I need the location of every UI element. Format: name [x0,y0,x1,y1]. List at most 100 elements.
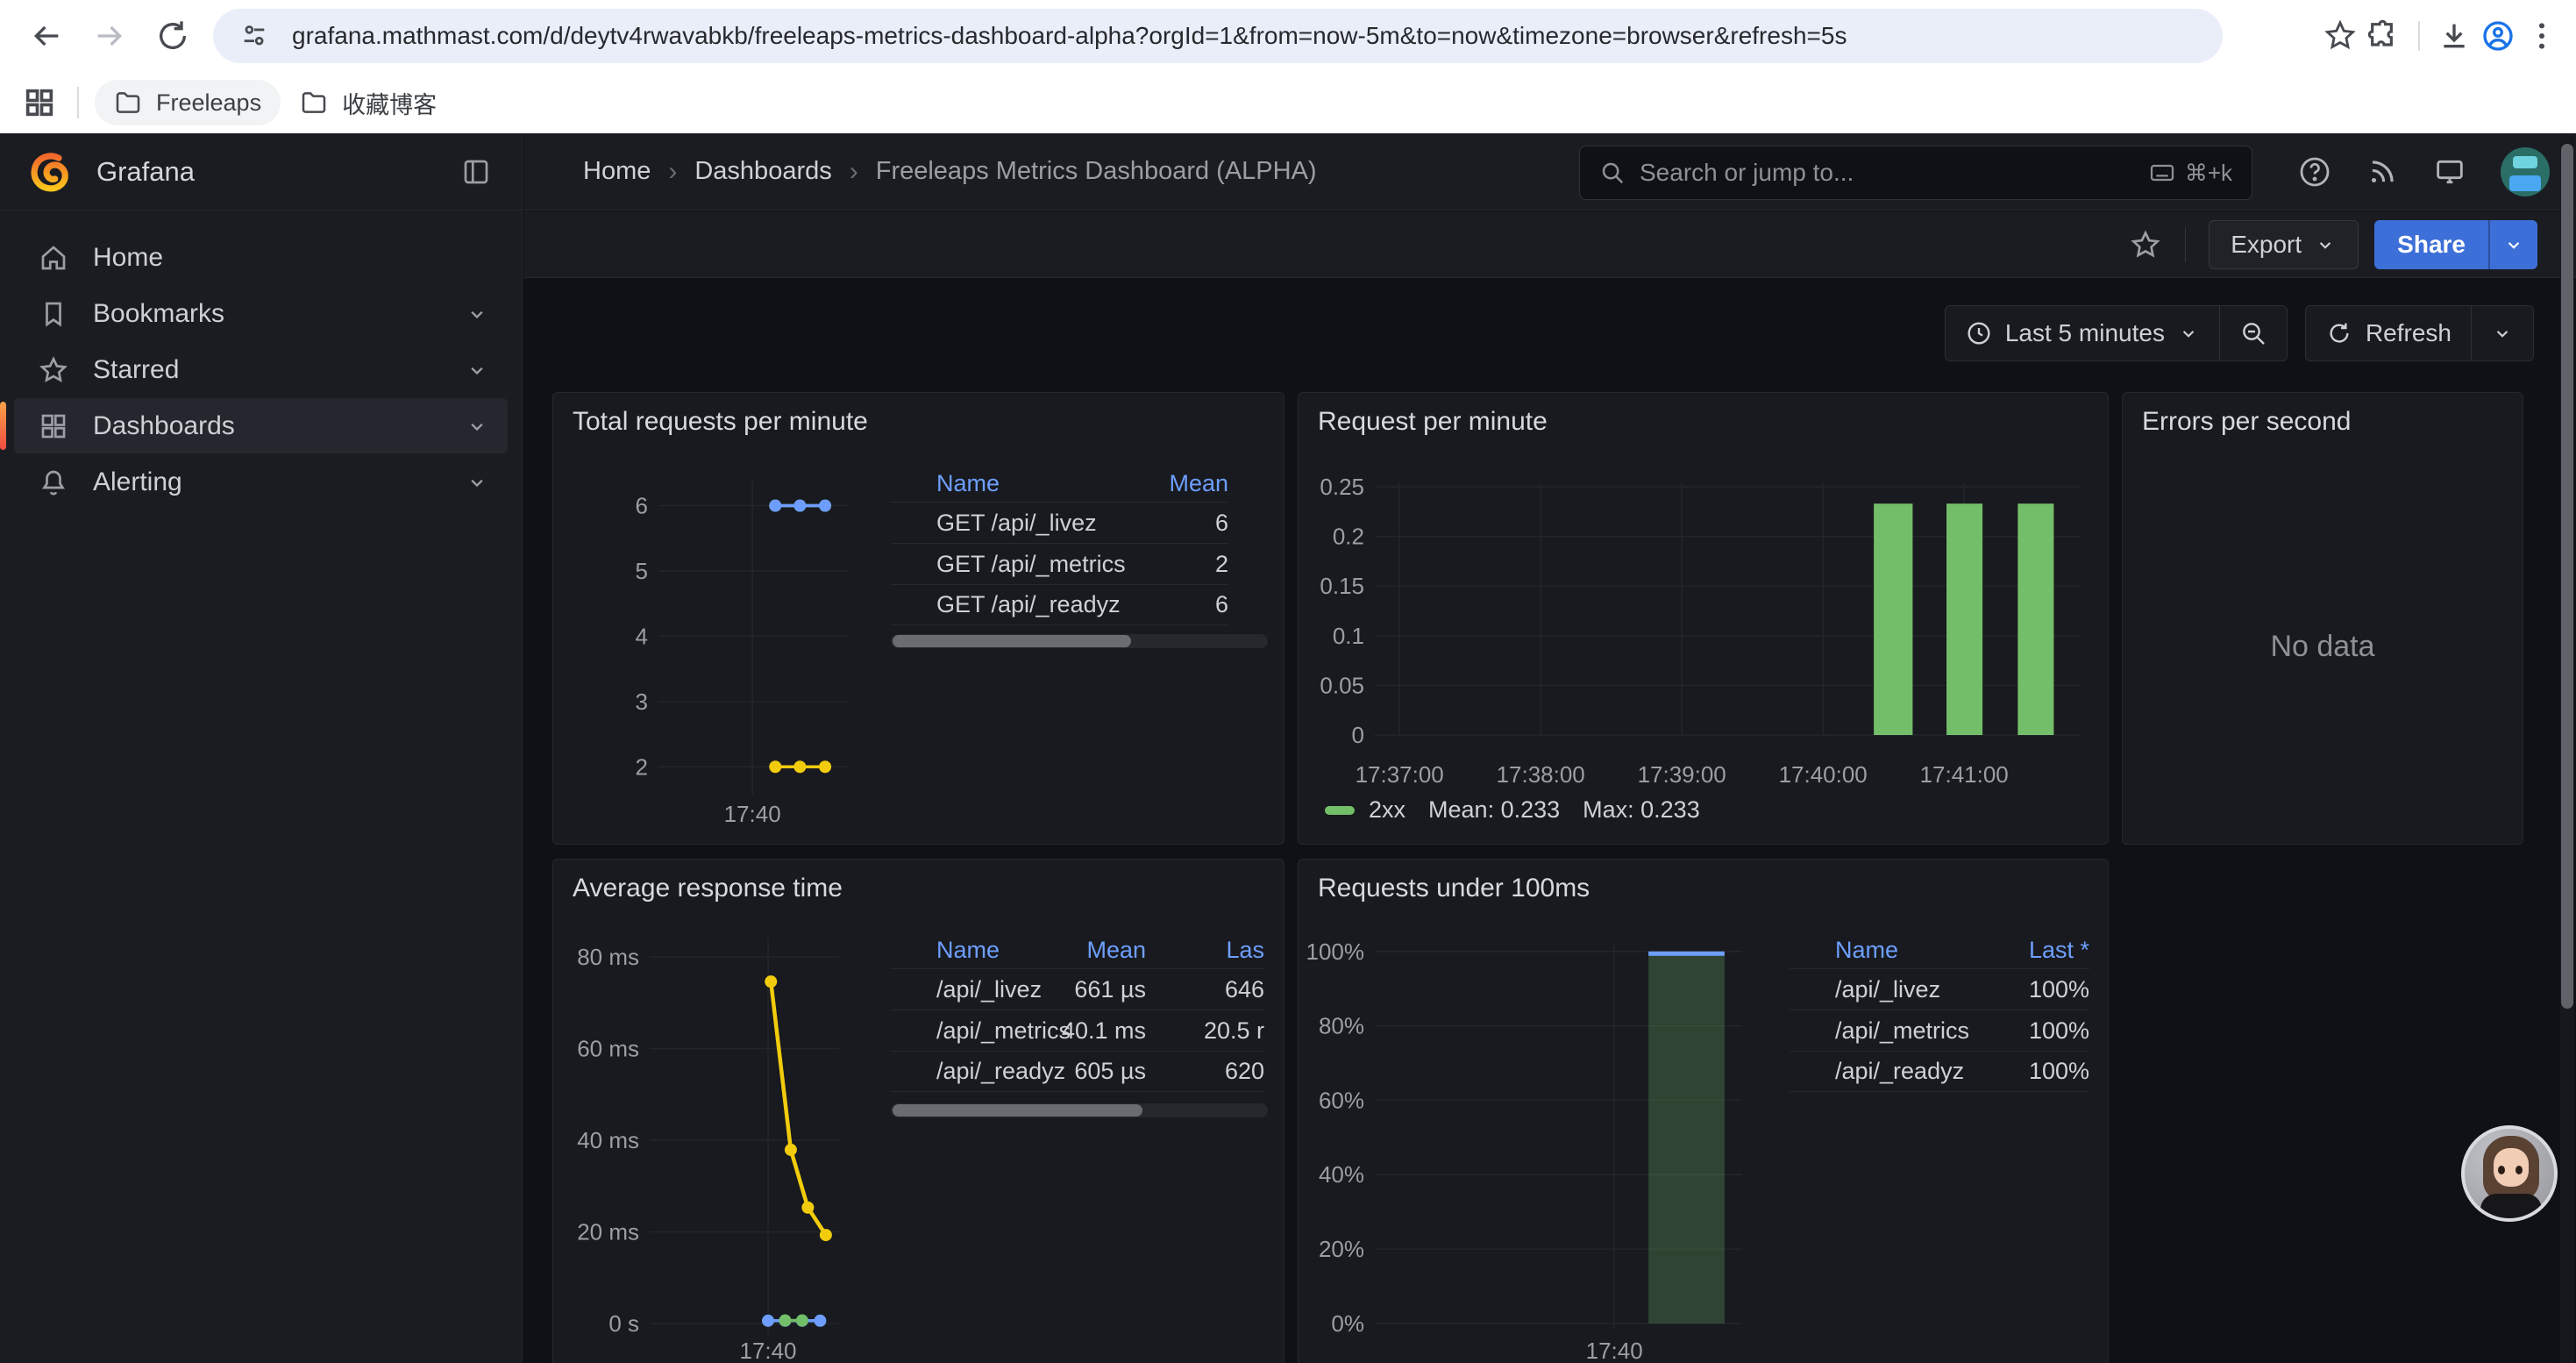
dock-sidebar-icon[interactable] [460,156,492,188]
share-button[interactable]: Share [2374,220,2488,269]
back-button[interactable] [25,14,68,58]
profile-icon[interactable] [2476,14,2520,58]
svg-text:60%: 60% [1319,1087,1364,1113]
panel-title[interactable]: Requests under 100ms [1318,874,1590,903]
legend-row[interactable]: GET /api/_livez 6 [891,502,1228,543]
help-icon[interactable] [2297,154,2332,189]
refresh-icon [2325,319,2353,347]
breadcrumb-chevron-icon: › [668,157,677,187]
svg-text:6: 6 [636,493,648,519]
time-controls: Last 5 minutes Refresh [1945,305,2534,361]
bookmark-folder-freeleaps[interactable]: Freeleaps [95,80,281,125]
chevron-down-icon [2502,233,2525,256]
search-shortcut: ⌘+k [2148,159,2232,187]
legend-scrollbar[interactable] [891,634,1268,648]
legend-row[interactable]: GET /api/_metrics 2 [891,543,1228,584]
chevron-down-icon[interactable] [446,358,508,382]
bookmark-label: 收藏博客 [342,86,437,120]
browser-menu-icon[interactable] [2520,14,2564,58]
time-range-label: Last 5 minutes [2005,319,2165,347]
svg-text:3: 3 [636,689,648,715]
zoom-out-button[interactable] [2220,306,2287,360]
extensions-icon[interactable] [2362,14,2406,58]
legend-row[interactable]: /api/_readyz 605 µs 620 [891,1051,1264,1092]
breadcrumb-dashboards[interactable]: Dashboards [694,157,831,186]
news-rss-icon[interactable] [2366,155,2399,189]
bookmark-folder-blogs[interactable]: 收藏博客 [281,80,456,125]
legend-scrollbar[interactable] [891,1103,1268,1117]
refresh-interval-dropdown[interactable] [2472,306,2533,360]
column-mean[interactable]: Mean [1058,937,1146,964]
breadcrumb-home[interactable]: Home [583,157,651,186]
chevron-down-icon[interactable] [446,470,508,495]
chevron-down-icon [2177,322,2200,345]
user-avatar[interactable] [2501,147,2550,196]
chevron-down-icon[interactable] [446,302,508,326]
share-button-group: Share [2374,220,2537,269]
average-response-time-chart[interactable]: 17:4080 ms60 ms40 ms20 ms0 s [562,934,860,1363]
legend-row[interactable]: /api/_metrics 100% [1790,1010,2089,1051]
home-icon [14,242,93,274]
folder-icon [114,89,142,117]
time-range-picker[interactable]: Last 5 minutes [1946,306,2219,360]
search-placeholder: Search or jump to... [1640,159,2148,187]
chevron-down-icon[interactable] [446,414,508,439]
legend-item-2xx[interactable]: 2xx [1325,796,1405,824]
monitor-icon[interactable] [2432,154,2467,189]
column-mean[interactable]: Mean [1141,470,1228,497]
panel-requests-under-100ms: Requests under 100ms 17:40100%80%60%40%2… [1298,859,2109,1363]
svg-text:17:38:00: 17:38:00 [1497,761,1585,788]
url-text[interactable]: grafana.mathmast.com/d/deytv4rwavabkb/fr… [292,22,1847,50]
scrollbar-thumb[interactable] [2561,144,2573,1009]
reload-button[interactable] [151,14,195,58]
forward-button[interactable] [88,14,132,58]
svg-text:17:40: 17:40 [739,1338,796,1363]
refresh-button[interactable]: Refresh [2306,306,2471,360]
search-input[interactable]: Search or jump to... ⌘+k [1579,146,2252,200]
sidebar-item-home[interactable]: Home [14,230,508,285]
dashboard-content: Last 5 minutes Refresh [523,279,2576,1363]
panel-title[interactable]: Errors per second [2142,407,2351,437]
export-button[interactable]: Export [2209,220,2359,269]
downloads-icon[interactable] [2432,14,2476,58]
assistant-avatar-widget[interactable] [2461,1125,2558,1222]
request-per-minute-chart[interactable]: 17:37:0017:38:0017:39:0017:40:0017:41:00… [1307,463,2101,788]
column-name[interactable]: Name [936,937,1058,964]
favorite-star-icon[interactable] [2129,228,2162,261]
bell-icon [14,467,93,498]
browser-actions [2318,0,2576,72]
legend-row[interactable]: /api/_livez 100% [1790,968,2089,1010]
page-scrollbar[interactable] [2560,133,2574,1363]
legend-row[interactable]: /api/_metrics 40.1 ms 20.5 r [891,1010,1264,1051]
sidebar-item-starred[interactable]: Starred [14,342,508,397]
zoom-out-icon [2239,319,2267,347]
svg-text:17:40: 17:40 [1586,1338,1643,1363]
grafana-app: Grafana Home Bookmarks [0,133,2576,1363]
legend-row[interactable]: GET /api/_readyz 6 [891,584,1228,625]
grafana-logo[interactable] [30,152,70,192]
bookmark-star-icon[interactable] [2318,14,2362,58]
apps-grid-icon[interactable] [18,81,61,125]
site-settings-icon[interactable] [239,21,269,51]
svg-text:17:41:00: 17:41:00 [1920,761,2009,788]
sidebar: Grafana Home Bookmarks [0,133,523,1363]
sidebar-item-dashboards[interactable]: Dashboards [14,398,508,453]
panel-title[interactable]: Request per minute [1318,407,1548,437]
sidebar-item-alerting[interactable]: Alerting [14,454,508,510]
panel-title[interactable]: Total requests per minute [573,407,868,437]
panel-title[interactable]: Average response time [573,874,843,903]
legend-row[interactable]: /api/_readyz 100% [1790,1051,2089,1092]
sidebar-item-bookmarks[interactable]: Bookmarks [14,286,508,341]
legend-row[interactable]: /api/_livez 661 µs 646 [891,968,1264,1010]
url-bar[interactable]: grafana.mathmast.com/d/deytv4rwavabkb/fr… [213,9,2223,63]
panel-errors-per-second: Errors per second No data [2122,392,2523,845]
column-last[interactable]: Las [1163,937,1264,964]
column-name[interactable]: Name [936,470,1141,497]
brand-row: Grafana [0,133,522,211]
column-last[interactable]: Last * [1993,937,2089,964]
dashboards-grid-icon [14,410,93,442]
column-name[interactable]: Name [1835,937,1993,964]
share-dropdown-button[interactable] [2488,220,2537,269]
total-requests-chart[interactable]: 17:4065432 [562,476,860,827]
requests-under-100ms-chart[interactable]: 17:40100%80%60%40%20%0% [1307,934,1807,1363]
